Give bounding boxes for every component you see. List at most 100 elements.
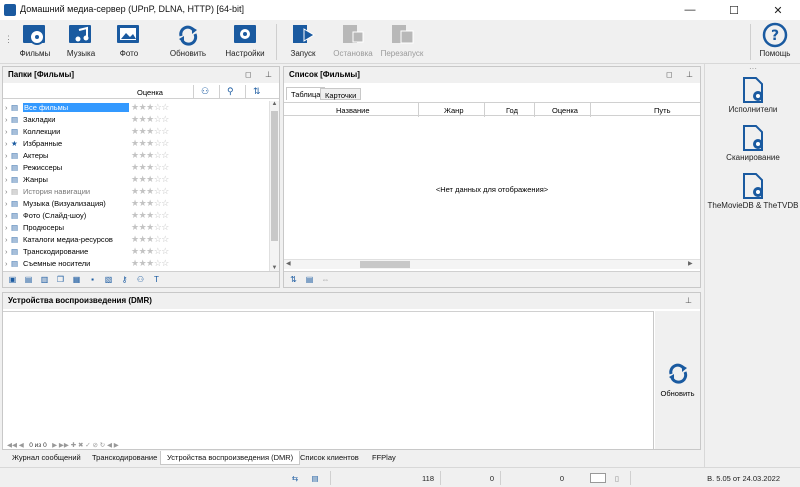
key-icon[interactable]: ⚷	[118, 273, 131, 286]
list-icon[interactable]: ▤	[305, 471, 325, 485]
list-hscrollbar[interactable]: ◀ ▶	[284, 259, 700, 269]
tree-item[interactable]: › ▤ Коллекции ★★★☆☆	[3, 125, 269, 137]
tree-item[interactable]: › ▤ Каталоги медиа-ресурсов ★★★☆☆	[3, 233, 269, 245]
svg-text:?: ?	[771, 28, 779, 44]
films-button[interactable]: Фильмы	[12, 20, 58, 64]
tree-item[interactable]: › ▤ Фото (Слайд-шоу) ★★★☆☆	[3, 209, 269, 221]
stop-label: Остановка	[333, 49, 373, 58]
tree-item-label: Все фильмы	[23, 102, 129, 112]
tree-item[interactable]: › ▤ Транскодирование ★★★☆☆	[3, 245, 269, 257]
photo-button[interactable]: Фото	[106, 20, 152, 64]
path-column-header[interactable]: Путь	[654, 106, 670, 115]
app-icon	[4, 4, 16, 16]
sort-icon[interactable]: ⇅	[287, 273, 300, 286]
start-button[interactable]: Запуск	[280, 20, 326, 64]
dmr-refresh-button[interactable]: Обновить	[655, 311, 700, 449]
close-button[interactable]: ✕	[756, 0, 800, 20]
refresh-button[interactable]: Обновить	[164, 20, 212, 64]
users-icon[interactable]: ⚇	[134, 273, 147, 286]
year-column-header[interactable]: Год	[506, 106, 518, 115]
restart-icon	[392, 25, 414, 44]
sort-icon[interactable]: ⇅	[253, 86, 261, 97]
tree-item[interactable]: › ▤ Все фильмы ★★★☆☆	[3, 101, 269, 113]
key-icon[interactable]: ⚲	[227, 86, 234, 97]
help-label: Помощь	[759, 49, 791, 58]
restart-button[interactable]: Перезапуск	[376, 20, 428, 64]
text-icon[interactable]: T	[150, 273, 163, 286]
tree-item[interactable]: › ▤ Актеры ★★★☆☆	[3, 149, 269, 161]
tree-item-label: Коллекции	[23, 126, 61, 136]
status-checkbox[interactable]	[590, 473, 606, 483]
tab-cards[interactable]: Карточки	[320, 88, 362, 100]
add-folder-icon[interactable]: ▤	[22, 273, 35, 286]
rating-column-header[interactable]: Оценка	[552, 106, 578, 115]
pin-icon[interactable]: ⊥	[265, 70, 272, 79]
column-divider	[245, 85, 246, 99]
tab-ffplay[interactable]: FFPlay	[366, 451, 402, 465]
tree-item[interactable]: › ▤ Съемные носители ★★★☆☆	[3, 257, 269, 269]
tree-item-label: Каталоги медиа-ресурсов	[23, 234, 113, 244]
folders-scrollbar[interactable]: ▲ ▼	[269, 101, 279, 271]
tree-item[interactable]: › ▤ Жанры ★★★☆☆	[3, 173, 269, 185]
scan-button[interactable]: Сканирование	[705, 124, 800, 178]
users-icon[interactable]: ⚇	[201, 86, 209, 97]
maximize-pane-icon[interactable]: ◻	[666, 70, 673, 79]
rating-stars: ★★★☆☆	[131, 185, 169, 196]
performers-button[interactable]: Исполнители	[705, 76, 800, 130]
help-button[interactable]: ? Помощь	[752, 20, 798, 64]
column-divider	[590, 103, 591, 117]
play-icon	[293, 25, 315, 43]
open-folder-icon[interactable]: ▣	[6, 273, 19, 286]
pin-icon[interactable]: ⊥	[685, 296, 692, 305]
network-icon[interactable]: ⇆	[285, 471, 305, 485]
list-action-bar: ⇅ ▤ ⇔	[284, 271, 700, 287]
bottom-tabs: Журнал сообщений Транскодирование Устрой…	[0, 451, 704, 465]
scan-label: Сканирование	[726, 153, 780, 162]
scroll-right-icon: ▶	[688, 261, 693, 267]
window-title: Домашний медиа-сервер (UPnP, DLNA, HTTP)…	[20, 4, 244, 14]
tree-item[interactable]: › ▤ Закладки ★★★☆☆	[3, 113, 269, 125]
tree-item-label: Музыка (Визуализация)	[23, 198, 106, 208]
pin-icon[interactable]: ⊥	[686, 70, 693, 79]
tree-item[interactable]: › ★ Избранные ★★★☆☆	[3, 137, 269, 149]
tree-item[interactable]: › ▤ Музыка (Визуализация) ★★★☆☆	[3, 197, 269, 209]
restart-label: Перезапуск	[380, 49, 424, 58]
settings-button[interactable]: Настройки	[220, 20, 270, 64]
document-gear-icon	[743, 77, 763, 103]
new-folder-icon[interactable]: ▥	[38, 273, 51, 286]
tmdb-button[interactable]: TheMovieDB & TheTVDB	[705, 172, 800, 226]
column-divider	[484, 103, 485, 117]
folder-icon[interactable]: ▦	[70, 273, 83, 286]
music-button[interactable]: Музыка	[58, 20, 104, 64]
maximize-pane-icon[interactable]: ◻	[245, 70, 252, 79]
export-icon[interactable]: ▧	[102, 273, 115, 286]
version-info: В. 5.05 от 24.03.2022	[630, 471, 800, 485]
column-divider	[534, 103, 535, 117]
status-value-2: 0	[500, 471, 570, 485]
divider	[653, 311, 654, 449]
columns-icon[interactable]: ▤	[303, 273, 316, 286]
save-icon[interactable]: ▪	[86, 273, 99, 286]
genre-column-header[interactable]: Жанр	[444, 106, 464, 115]
tab-dmr[interactable]: Устройства воспроизведения (DMR)	[160, 451, 301, 465]
tree-item[interactable]: › ▤ Режиссеры ★★★☆☆	[3, 161, 269, 173]
tree-item[interactable]: › ▤ История навигации ★★★☆☆	[3, 185, 269, 197]
dmr-refresh-label: Обновить	[660, 389, 695, 398]
folder-tree: › ▤ Все фильмы ★★★☆☆ › ▤ Закладки ★★★☆☆ › ▤ Колл…	[3, 101, 269, 269]
tab-client-list[interactable]: Список клиентов	[294, 451, 365, 465]
maximize-button[interactable]: ☐	[712, 0, 756, 20]
minimize-button[interactable]: —	[668, 0, 712, 20]
expand-icon[interactable]: ⇔	[319, 273, 332, 286]
stop-button[interactable]: Остановка	[328, 20, 378, 64]
toolbar-separator	[276, 24, 277, 60]
tab-transcoding[interactable]: Транскодирование	[86, 451, 163, 465]
document-icon: ▯	[614, 473, 620, 483]
copy-icon[interactable]: ❐	[54, 273, 67, 286]
refresh-label: Обновить	[169, 49, 207, 58]
tree-item[interactable]: › ▤ Продюсеры ★★★☆☆	[3, 221, 269, 233]
tab-message-log[interactable]: Журнал сообщений	[6, 451, 87, 465]
right-side-panel: ··· Исполнители Сканирование TheMovieDB …	[704, 64, 800, 487]
rating-stars[interactable]: ★★★☆☆	[131, 102, 169, 113]
name-column-header[interactable]: Название	[336, 106, 370, 115]
rating-column-header[interactable]: Оценка	[137, 88, 163, 97]
